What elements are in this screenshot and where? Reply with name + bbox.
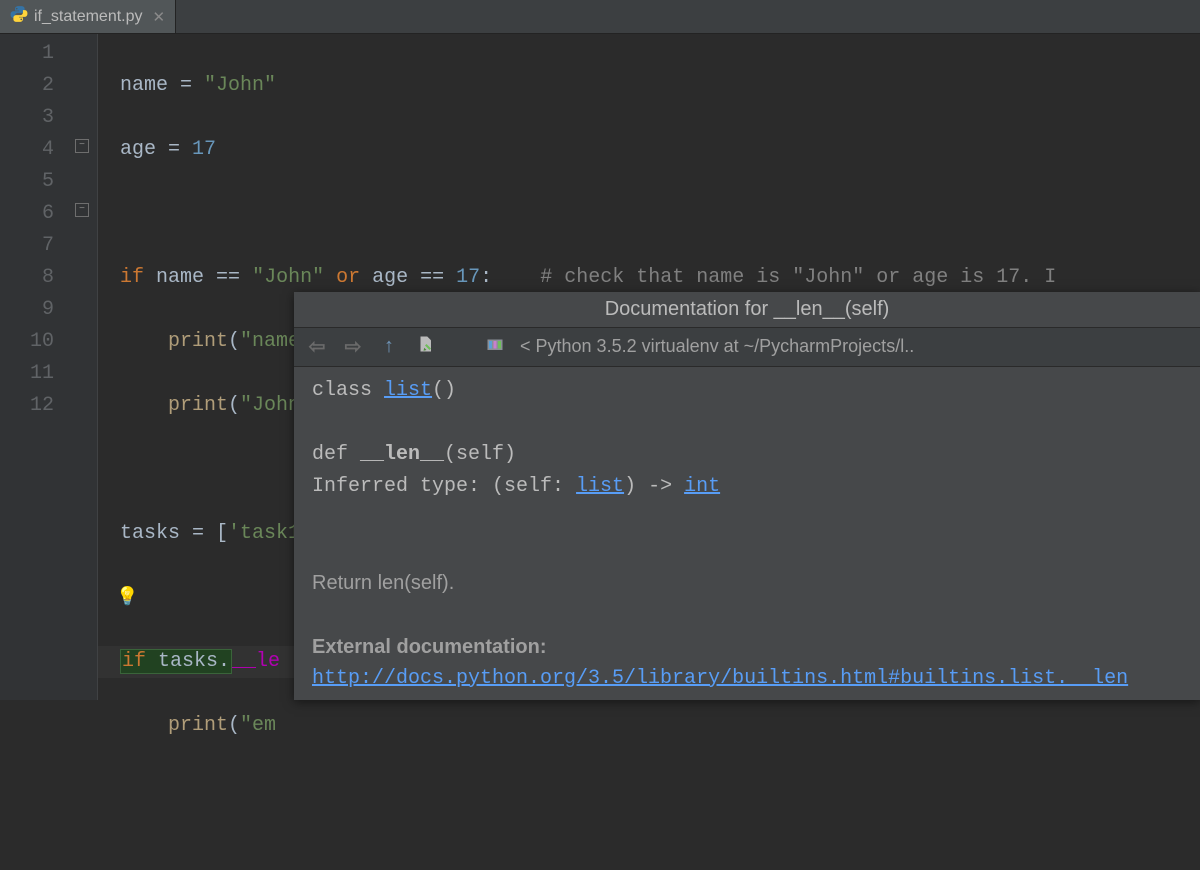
- doc-title: Documentation for __len__(self): [294, 292, 1200, 327]
- fold-start-icon[interactable]: −: [75, 139, 89, 153]
- code-line: [120, 198, 1200, 230]
- line-number: 6: [0, 198, 54, 230]
- tab-filename: if_statement.py: [34, 8, 143, 26]
- line-number-gutter: 1 2 3 4 5 6 7 8 9 10 11 12: [0, 34, 70, 700]
- fold-end-icon[interactable]: −: [75, 203, 89, 217]
- line-number: 1: [0, 38, 54, 70]
- line-number: 8: [0, 262, 54, 294]
- line-number: 5: [0, 166, 54, 198]
- line-number: 3: [0, 102, 54, 134]
- documentation-popup[interactable]: Documentation for __len__(self) ⇦ ⇨ ↑ < …: [294, 292, 1200, 700]
- nav-back-icon[interactable]: ⇦: [306, 334, 328, 359]
- module-icon: [484, 335, 506, 359]
- external-doc-link[interactable]: http://docs.python.org/3.5/library/built…: [312, 667, 1128, 690]
- type-link-int[interactable]: int: [684, 475, 720, 498]
- class-link[interactable]: list: [384, 379, 432, 402]
- doc-body: class list() def __len__(self) Inferred …: [294, 367, 1200, 700]
- intention-bulb-icon[interactable]: 💡: [116, 582, 138, 614]
- python-file-icon: [10, 5, 28, 28]
- line-number: 9: [0, 294, 54, 326]
- line-number: 12: [0, 390, 54, 422]
- code-line: age = 17: [120, 134, 1200, 166]
- code-line: print("em: [120, 710, 1200, 742]
- line-number: 4: [0, 134, 54, 166]
- doc-toolbar: ⇦ ⇨ ↑ < Python 3.5.2 virtualenv at ~/Pyc…: [294, 327, 1200, 367]
- code-line: [120, 774, 1200, 806]
- line-number: 11: [0, 358, 54, 390]
- doc-breadcrumb: < Python 3.5.2 virtualenv at ~/PycharmPr…: [520, 336, 1188, 357]
- nav-forward-icon[interactable]: ⇨: [342, 334, 364, 359]
- edit-source-icon[interactable]: [414, 334, 436, 360]
- fold-column: − −: [70, 34, 98, 700]
- line-number: 10: [0, 326, 54, 358]
- tab-close-icon[interactable]: ✕: [153, 8, 166, 26]
- type-link-list[interactable]: list: [576, 475, 624, 498]
- code-line: if name == "John" or age == 17: # check …: [120, 262, 1200, 294]
- line-number: 2: [0, 70, 54, 102]
- line-number: 7: [0, 230, 54, 262]
- file-tab[interactable]: if_statement.py ✕: [0, 0, 176, 33]
- nav-up-icon[interactable]: ↑: [378, 335, 400, 358]
- code-line: name = "John": [120, 70, 1200, 102]
